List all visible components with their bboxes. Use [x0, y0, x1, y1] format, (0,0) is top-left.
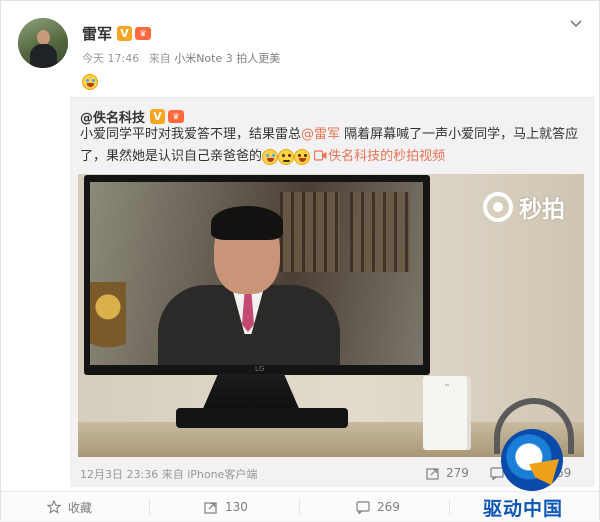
monitor-screen: [90, 182, 423, 365]
repost-source[interactable]: 来自 iPhone客户端: [162, 468, 258, 481]
action-divider: [299, 499, 300, 515]
comment-button[interactable]: 269: [356, 492, 400, 522]
repost-count: 279: [446, 466, 469, 480]
author-row: 雷军 V ♛: [82, 23, 152, 44]
miaopai-label: 秒拍: [519, 197, 565, 223]
member-crown-icon[interactable]: ♛: [168, 109, 185, 123]
video-player[interactable]: LG 秒拍: [78, 174, 584, 457]
reposted-content: @佚名科技 V ♛ 小爱同学平时对我爱答不理，结果雷总@雷军 隔着屏幕喊了一声小…: [70, 97, 595, 487]
site-watermark-logo: [501, 429, 563, 491]
monitor-stand-base: [176, 408, 348, 428]
post-time[interactable]: 今天 17:46: [82, 52, 139, 65]
post-meta: 今天 17:46 来自 小米Note 3 拍人更美: [82, 50, 280, 66]
favorite-label: 收藏: [68, 500, 93, 515]
star-icon: [47, 500, 61, 514]
comment-count: 269: [377, 500, 400, 514]
post-source-prefix: 来自: [148, 52, 171, 65]
video-frame-router: [423, 376, 471, 450]
repost-text-part: 小爱同学平时对我爱答不理，结果雷总: [80, 127, 302, 142]
chevron-down-icon[interactable]: [569, 17, 583, 31]
member-crown-icon[interactable]: ♛: [135, 26, 152, 40]
repost-meta: 12月3日 23:36 来自 iPhone客户端: [80, 466, 257, 482]
repost-author-row: @佚名科技 V ♛: [80, 107, 185, 126]
action-divider: [149, 499, 150, 515]
verified-icon[interactable]: V: [150, 108, 166, 124]
repost-icon: [204, 501, 217, 514]
video-link[interactable]: 佚名科技的秒拍视频: [328, 149, 445, 164]
verified-icon[interactable]: V: [117, 25, 133, 41]
author-name[interactable]: 雷军: [82, 23, 112, 44]
monitor-brand-logo: LG: [255, 365, 265, 373]
comment-icon: [356, 500, 370, 514]
grin-emoji-icon: [294, 148, 311, 165]
mention-link[interactable]: @雷军: [301, 127, 340, 142]
weibo-post-card: 雷军 V ♛ 今天 17:46 来自 小米Note 3 拍人更美 @佚名科技 V…: [0, 0, 600, 522]
repost-text: 小爱同学平时对我爱答不理，结果雷总@雷军 隔着屏幕喊了一声小爱同学，马上就答应了…: [80, 124, 590, 168]
repost-count: 130: [225, 500, 248, 514]
action-divider: [449, 499, 450, 515]
thinking-emoji-icon: [278, 148, 295, 165]
post-text: [82, 71, 98, 90]
laugh-cry-emoji-icon: [262, 148, 279, 165]
laugh-cry-emoji-icon: [82, 73, 98, 90]
repost-author-name[interactable]: @佚名科技: [80, 107, 145, 126]
site-watermark-text: 驱动中国: [483, 498, 564, 520]
repost-count-button[interactable]: 279: [426, 464, 469, 482]
video-link-icon[interactable]: [314, 150, 327, 161]
repost-time[interactable]: 12月3日 23:36: [80, 468, 158, 481]
miaopai-watermark: 秒拍: [483, 190, 565, 224]
miaopai-logo-icon: [483, 192, 513, 222]
post-device[interactable]: 小米Note 3 拍人更美: [174, 52, 280, 65]
video-frame-monitor: LG: [84, 175, 430, 375]
repost-button[interactable]: 130: [204, 492, 248, 522]
favorite-button[interactable]: 收藏: [47, 492, 92, 522]
author-avatar[interactable]: [18, 18, 68, 68]
repost-icon: [426, 467, 439, 480]
